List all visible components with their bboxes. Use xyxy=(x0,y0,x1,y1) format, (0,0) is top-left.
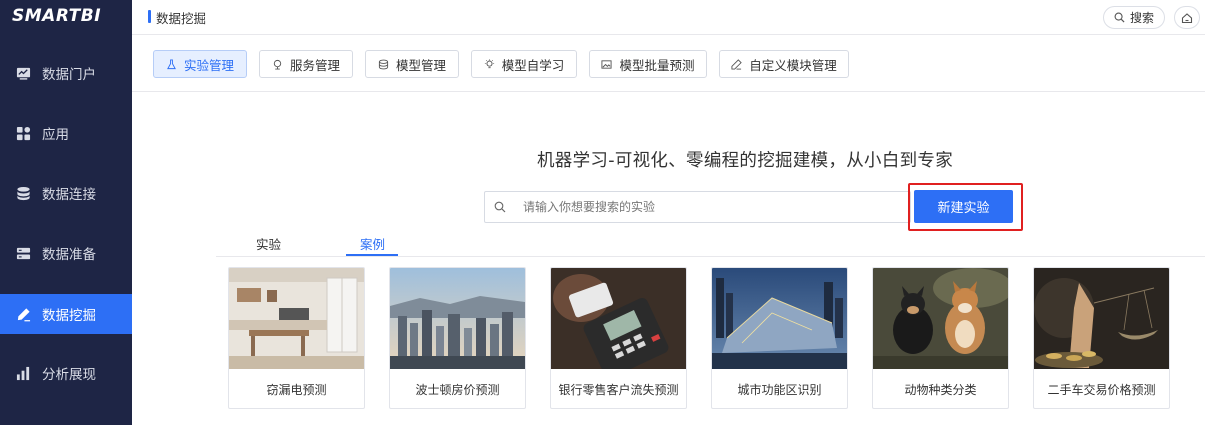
tab-custom-module-management[interactable]: 自定义模块管理 xyxy=(719,50,849,78)
tab-service-management[interactable]: 服务管理 xyxy=(259,50,353,78)
data-prep-icon xyxy=(15,245,31,261)
service-icon xyxy=(273,59,282,70)
bar-chart-icon xyxy=(15,365,31,381)
case-card-urban-zone[interactable]: 城市功能区识别 xyxy=(711,267,848,409)
case-card-used-car-price[interactable]: 二手车交易价格预测 xyxy=(1033,267,1170,409)
experiment-search-input[interactable] xyxy=(523,200,893,214)
sidebar-item-data-connection[interactable]: 数据连接 xyxy=(0,173,132,213)
tab-label: 模型自学习 xyxy=(501,57,565,73)
tab-model-self-learning[interactable]: 模型自学习 xyxy=(471,50,577,78)
case-card-bank-churn[interactable]: 银行零售客户流失预测 xyxy=(550,267,687,409)
sidebar-item-label: 应用 xyxy=(42,127,69,143)
bulb-icon xyxy=(484,58,494,68)
tab-label: 模型批量预测 xyxy=(619,57,695,73)
subtab-experiments[interactable]: 实验 xyxy=(256,234,281,253)
tab-model-management[interactable]: 模型管理 xyxy=(365,50,459,78)
apps-icon xyxy=(15,125,31,141)
subtab-active-indicator xyxy=(346,254,398,256)
city-skyline-image xyxy=(390,268,525,369)
city-night-image xyxy=(712,268,847,369)
case-card-animal-classification[interactable]: 动物种类分类 xyxy=(872,267,1009,409)
case-title: 窃漏电预测 xyxy=(266,383,327,397)
breadcrumb-marker xyxy=(148,10,151,23)
top-header: 数据挖掘 搜索 xyxy=(132,0,1205,35)
kitchen-image xyxy=(229,268,364,369)
search-icon xyxy=(494,201,506,213)
home-icon xyxy=(1181,12,1193,23)
tab-label: 模型管理 xyxy=(395,57,446,73)
sidebar: SMARTBI 数据门户 应用 数据连接 数据准备 数据挖掘 分析展现 xyxy=(0,0,132,425)
mining-pen-icon xyxy=(15,306,31,322)
case-card-boston-housing[interactable]: 波士顿房价预测 xyxy=(389,267,526,409)
new-experiment-button[interactable]: 新建实验 xyxy=(914,190,1013,223)
custom-pen-icon xyxy=(731,58,742,70)
sidebar-item-portal[interactable]: 数据门户 xyxy=(0,53,132,93)
sidebar-item-analysis[interactable]: 分析展现 xyxy=(0,353,132,393)
sidebar-item-label: 数据门户 xyxy=(42,67,96,83)
app-logo: SMARTBI xyxy=(12,6,102,26)
database-icon xyxy=(15,185,31,201)
page-slogan: 机器学习-可视化、零编程的挖掘建模，从小白到专家 xyxy=(537,151,954,171)
subtab-divider xyxy=(216,256,1205,257)
sidebar-item-label: 数据连接 xyxy=(42,187,96,203)
experiment-search-box[interactable] xyxy=(484,191,911,223)
flask-icon xyxy=(167,58,176,69)
tab-label: 自定义模块管理 xyxy=(749,57,837,73)
image-icon xyxy=(601,59,613,69)
sidebar-item-apps[interactable]: 应用 xyxy=(0,113,132,153)
case-title: 二手车交易价格预测 xyxy=(1047,383,1156,397)
scale-coins-image xyxy=(1034,268,1169,369)
tab-label: 实验管理 xyxy=(183,57,234,73)
tab-batch-prediction[interactable]: 模型批量预测 xyxy=(589,50,707,78)
sidebar-item-label: 数据挖掘 xyxy=(42,308,96,324)
payment-terminal-image xyxy=(551,268,686,369)
function-toolbar: 实验管理 服务管理 模型管理 模型自学习 模型批量预测 自定义模块管理 xyxy=(132,36,1205,92)
tab-label: 服务管理 xyxy=(289,57,340,73)
portal-icon xyxy=(15,65,31,81)
home-button[interactable] xyxy=(1174,6,1200,29)
sidebar-item-label: 数据准备 xyxy=(42,247,96,263)
global-search-button[interactable]: 搜索 xyxy=(1103,6,1165,29)
dogs-image xyxy=(873,268,1008,369)
sidebar-item-label: 分析展现 xyxy=(42,367,96,383)
case-title: 波士顿房价预测 xyxy=(415,383,500,397)
case-card-power-theft[interactable]: 窃漏电预测 xyxy=(228,267,365,409)
breadcrumb: 数据挖掘 xyxy=(156,11,207,26)
subtab-cases[interactable]: 案例 xyxy=(360,234,385,253)
search-icon xyxy=(1114,12,1125,23)
tab-experiment-management[interactable]: 实验管理 xyxy=(153,50,247,78)
sidebar-item-data-prep[interactable]: 数据准备 xyxy=(0,233,132,273)
case-title: 动物种类分类 xyxy=(904,383,977,397)
model-icon xyxy=(378,59,389,69)
case-title: 城市功能区识别 xyxy=(737,383,822,397)
sidebar-item-data-mining[interactable]: 数据挖掘 xyxy=(0,294,132,334)
search-label: 搜索 xyxy=(1129,11,1154,25)
case-title: 银行零售客户流失预测 xyxy=(558,383,679,397)
